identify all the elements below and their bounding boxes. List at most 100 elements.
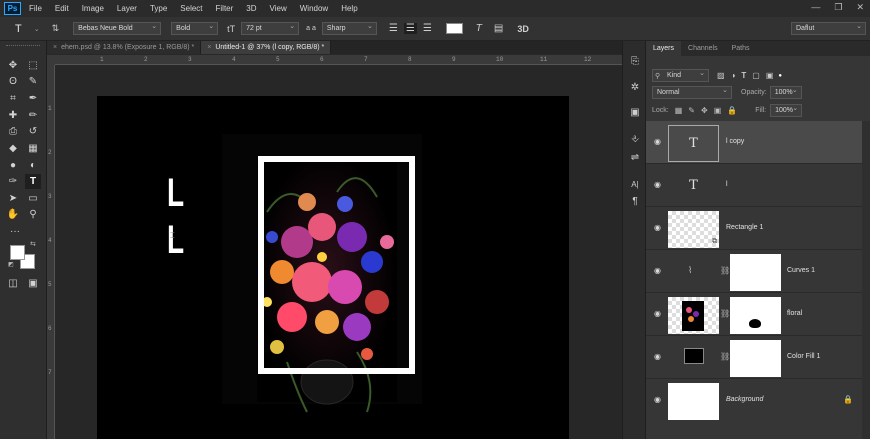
menu-image[interactable]: Image: [82, 4, 104, 13]
menu-type[interactable]: Type: [150, 4, 167, 13]
layer-name[interactable]: floral: [787, 310, 802, 317]
visibility-eye-icon[interactable]: ◉: [652, 137, 663, 147]
brushes-icon[interactable]: ⎀: [627, 133, 643, 147]
visibility-eye-icon[interactable]: ◉: [652, 352, 663, 362]
layer-name[interactable]: Color Fill 1: [787, 353, 820, 360]
screen-mode-icon[interactable]: ▣: [25, 276, 41, 291]
3d-button[interactable]: 3D: [517, 24, 529, 34]
history-brush-icon[interactable]: ↺: [25, 124, 41, 139]
canvas-area[interactable]: L L ⌶: [56, 66, 622, 439]
layer-mask-thumbnail[interactable]: [730, 297, 781, 334]
vertical-ruler[interactable]: 1 2 3 4 5 6 7: [47, 65, 55, 439]
fill-input[interactable]: 100%: [770, 103, 803, 117]
layer-row[interactable]: ◉ ⛓ floral: [646, 293, 862, 336]
mask-link-icon[interactable]: ⛓: [720, 352, 730, 361]
blend-mode-select[interactable]: Normal: [652, 85, 732, 99]
edit-toolbar-icon[interactable]: ···: [5, 224, 25, 239]
adjustments-icon[interactable]: ▣: [627, 106, 643, 120]
align-left-icon[interactable]: ☰: [389, 23, 398, 34]
layer-name[interactable]: Background: [726, 396, 763, 403]
chevron-down-icon[interactable]: ⌄: [34, 25, 40, 33]
quick-select-icon[interactable]: ✎: [25, 74, 41, 89]
warp-text-icon[interactable]: T: [476, 23, 482, 34]
gradient-icon[interactable]: ▦: [25, 141, 41, 156]
path-select-icon[interactable]: ➤: [5, 191, 21, 206]
type-tool-preset-icon[interactable]: T: [15, 23, 22, 35]
orientation-icon[interactable]: ⇅: [52, 23, 60, 34]
visibility-eye-icon[interactable]: ◉: [652, 266, 663, 276]
eyedropper-icon[interactable]: ✒: [25, 91, 41, 106]
document-canvas[interactable]: L L ⌶: [97, 96, 569, 439]
layer-row[interactable]: ◉ ⧉ Rectangle 1: [646, 207, 862, 250]
lock-transparent-icon[interactable]: ▦: [675, 106, 683, 115]
layer-mask-thumbnail[interactable]: [730, 340, 781, 377]
foreground-color-swatch[interactable]: [10, 245, 25, 260]
visibility-eye-icon[interactable]: ◉: [652, 223, 663, 233]
menu-window[interactable]: Window: [300, 4, 328, 13]
rectangle-frame[interactable]: [258, 156, 415, 374]
crop-icon[interactable]: ⌗: [5, 91, 21, 106]
font-size-select[interactable]: 72 pt: [241, 21, 300, 35]
align-center-icon[interactable]: ☰: [403, 23, 417, 34]
menu-edit[interactable]: Edit: [55, 4, 69, 13]
mask-link-icon[interactable]: ⛓: [720, 309, 730, 318]
dodge-icon[interactable]: ◐: [25, 158, 41, 173]
visibility-eye-icon[interactable]: ◉: [652, 309, 663, 319]
filter-pixel-icon[interactable]: ▨: [717, 71, 725, 80]
rectangle-icon[interactable]: ▭: [25, 191, 41, 206]
align-right-icon[interactable]: ☰: [423, 23, 432, 34]
antialias-select[interactable]: Sharp: [321, 21, 377, 35]
text-layer-l-copy[interactable]: L: [167, 173, 184, 213]
filter-shape-icon[interactable]: ▢: [752, 71, 760, 80]
layer-row[interactable]: ◉ T l: [646, 164, 862, 207]
history-icon[interactable]: ⎘: [627, 55, 643, 69]
hand-icon[interactable]: ✋: [5, 207, 21, 222]
default-colors-icon[interactable]: ◩: [8, 261, 14, 268]
layer-mask-thumbnail[interactable]: [730, 254, 781, 291]
layer-name[interactable]: Curves 1: [787, 267, 815, 274]
type-icon[interactable]: T: [25, 174, 41, 189]
font-family-select[interactable]: Bebas Neue Bold: [73, 21, 162, 35]
layers-scrollbar[interactable]: [862, 121, 870, 439]
eraser-icon[interactable]: ◆: [5, 141, 21, 156]
layer-row[interactable]: ◉ Background 🔒: [646, 379, 862, 422]
font-style-select[interactable]: Bold: [171, 21, 219, 35]
quick-mask-icon[interactable]: ◫: [5, 276, 21, 291]
swap-colors-icon[interactable]: ⇆: [30, 240, 36, 248]
lock-all-icon[interactable]: 🔒: [727, 106, 737, 115]
minimize-icon[interactable]: —: [811, 2, 820, 13]
layer-row[interactable]: ◉ ⌇ ⛓ Curves 1: [646, 250, 862, 293]
lock-pixels-icon[interactable]: ✎: [688, 106, 695, 115]
visibility-eye-icon[interactable]: ◉: [652, 395, 663, 405]
paragraph-icon[interactable]: ¶: [627, 195, 643, 209]
menu-filter[interactable]: Filter: [216, 4, 234, 13]
pen-icon[interactable]: ✑: [5, 174, 21, 189]
menu-select[interactable]: Select: [180, 4, 202, 13]
workspace-select[interactable]: Daflut: [791, 21, 866, 35]
healing-icon[interactable]: ✚: [5, 108, 21, 123]
filter-smart-object-icon[interactable]: ▣: [766, 71, 774, 80]
lock-artboard-icon[interactable]: ▣: [714, 106, 722, 115]
tab-paths[interactable]: Paths: [725, 41, 757, 56]
character-icon[interactable]: A|: [627, 178, 643, 192]
lock-position-icon[interactable]: ✥: [701, 106, 708, 115]
sliders-icon[interactable]: ⇌: [627, 151, 643, 165]
layer-row[interactable]: ◉ ⛓ Color Fill 1: [646, 336, 862, 379]
marquee-icon[interactable]: ⬚: [25, 58, 41, 73]
opacity-input[interactable]: 100%: [769, 85, 802, 99]
lasso-icon[interactable]: ʘ: [5, 74, 21, 89]
move-icon[interactable]: ✥: [5, 58, 21, 73]
menu-file[interactable]: File: [29, 4, 42, 13]
menu-layer[interactable]: Layer: [117, 4, 137, 13]
layer-name[interactable]: l copy: [726, 138, 744, 145]
menu-3d[interactable]: 3D: [246, 4, 256, 13]
tab-ehem[interactable]: × ehem.psd @ 13.8% (Exposure 1, RGB/8) *: [47, 41, 202, 54]
restore-icon[interactable]: ❐: [834, 2, 842, 13]
filter-type-icon[interactable]: T: [741, 71, 746, 80]
tab-untitled-1[interactable]: × Untitled-1 @ 37% (l copy, RGB/8) *: [201, 41, 332, 54]
filter-adjustment-icon[interactable]: ◑: [731, 71, 736, 80]
close-tab-icon[interactable]: ×: [207, 44, 211, 51]
tab-layers[interactable]: Layers: [646, 41, 682, 56]
filter-kind-select[interactable]: Kind: [652, 68, 709, 82]
stamp-icon[interactable]: ⎙: [5, 124, 21, 139]
